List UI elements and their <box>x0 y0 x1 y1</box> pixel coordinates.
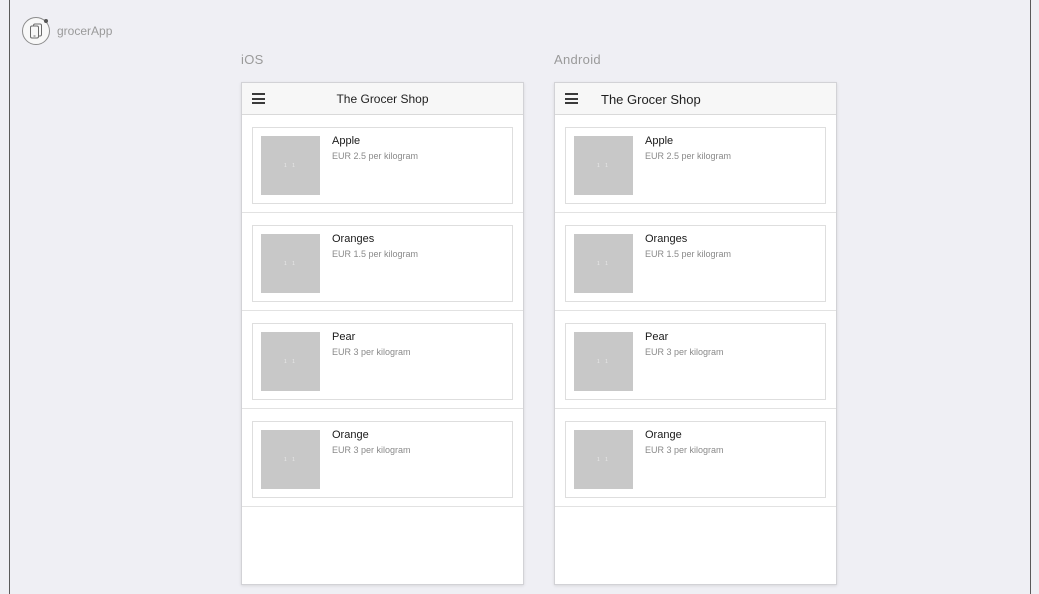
product-thumbnail: 1 1 <box>261 430 320 489</box>
product-name: Apple <box>645 135 674 147</box>
product-card[interactable]: 1 1 Orange EUR 3 per kilogram <box>565 421 826 498</box>
product-name: Oranges <box>332 233 375 245</box>
product-card[interactable]: 1 1 Pear EUR 3 per kilogram <box>252 323 513 400</box>
android-product-list: 1 1 Apple EUR 2.5 per kilogram 1 1 Orang… <box>555 115 836 507</box>
list-item[interactable]: 1 1 Oranges EUR 1.5 per kilogram <box>242 213 523 311</box>
product-price: EUR 2.5 per kilogram <box>645 151 732 161</box>
product-price: EUR 3 per kilogram <box>332 347 411 357</box>
ios-product-list: 1 1 Apple EUR 2.5 per kilogram 1 1 Orang… <box>242 115 523 507</box>
list-item[interactable]: 1 1 Pear EUR 3 per kilogram <box>242 311 523 409</box>
product-name: Pear <box>645 331 669 343</box>
product-price: EUR 3 per kilogram <box>645 445 724 455</box>
android-nav-title: The Grocer Shop <box>601 92 701 107</box>
phones-icon[interactable] <box>22 17 50 45</box>
product-price: EUR 3 per kilogram <box>332 445 411 455</box>
android-preview: The Grocer Shop 1 1 Apple EUR 2.5 per ki… <box>554 82 837 585</box>
product-name: Apple <box>332 135 361 147</box>
product-price: EUR 3 per kilogram <box>645 347 724 357</box>
product-card[interactable]: 1 1 Pear EUR 3 per kilogram <box>565 323 826 400</box>
product-name: Orange <box>332 429 369 441</box>
ios-navbar: The Grocer Shop <box>242 83 523 115</box>
list-item[interactable]: 1 1 Orange EUR 3 per kilogram <box>242 409 523 507</box>
list-item[interactable]: 1 1 Apple EUR 2.5 per kilogram <box>555 115 836 213</box>
list-item[interactable]: 1 1 Apple EUR 2.5 per kilogram <box>242 115 523 213</box>
thumbnail-placeholder-text: 1 1 <box>597 456 610 463</box>
android-navbar: The Grocer Shop <box>555 83 836 115</box>
product-thumbnail: 1 1 <box>574 234 633 293</box>
frame-edge-right <box>1030 0 1031 594</box>
product-name: Pear <box>332 331 356 343</box>
product-card[interactable]: 1 1 Oranges EUR 1.5 per kilogram <box>565 225 826 302</box>
ios-label: iOS <box>241 52 264 67</box>
thumbnail-placeholder-text: 1 1 <box>284 260 297 267</box>
product-thumbnail: 1 1 <box>574 136 633 195</box>
list-item[interactable]: 1 1 Oranges EUR 1.5 per kilogram <box>555 213 836 311</box>
thumbnail-placeholder-text: 1 1 <box>284 456 297 463</box>
product-price: EUR 1.5 per kilogram <box>332 249 419 259</box>
product-card[interactable]: 1 1 Oranges EUR 1.5 per kilogram <box>252 225 513 302</box>
product-price: EUR 2.5 per kilogram <box>332 151 419 161</box>
ios-preview: The Grocer Shop 1 1 Apple EUR 2.5 per ki… <box>241 82 524 585</box>
product-price: EUR 1.5 per kilogram <box>645 249 732 259</box>
phones-icon-glyph <box>30 23 42 39</box>
android-label: Android <box>554 52 601 67</box>
product-card[interactable]: 1 1 Apple EUR 2.5 per kilogram <box>565 127 826 204</box>
list-item[interactable]: 1 1 Pear EUR 3 per kilogram <box>555 311 836 409</box>
product-card[interactable]: 1 1 Orange EUR 3 per kilogram <box>252 421 513 498</box>
product-thumbnail: 1 1 <box>574 430 633 489</box>
hamburger-menu-icon[interactable] <box>565 93 578 104</box>
product-thumbnail: 1 1 <box>261 332 320 391</box>
ios-nav-title: The Grocer Shop <box>336 92 429 106</box>
frame-edge-left <box>9 0 10 594</box>
list-item[interactable]: 1 1 Orange EUR 3 per kilogram <box>555 409 836 507</box>
product-thumbnail: 1 1 <box>574 332 633 391</box>
app-name: grocerApp <box>57 24 113 38</box>
thumbnail-placeholder-text: 1 1 <box>597 358 610 365</box>
product-thumbnail: 1 1 <box>261 234 320 293</box>
product-thumbnail: 1 1 <box>261 136 320 195</box>
thumbnail-placeholder-text: 1 1 <box>597 162 610 169</box>
product-card[interactable]: 1 1 Apple EUR 2.5 per kilogram <box>252 127 513 204</box>
thumbnail-placeholder-text: 1 1 <box>284 162 297 169</box>
logo-dot <box>44 19 48 23</box>
thumbnail-placeholder-text: 1 1 <box>284 358 297 365</box>
product-name: Oranges <box>645 233 688 245</box>
product-name: Orange <box>645 429 682 441</box>
app-header: grocerApp <box>22 17 112 45</box>
thumbnail-placeholder-text: 1 1 <box>597 260 610 267</box>
